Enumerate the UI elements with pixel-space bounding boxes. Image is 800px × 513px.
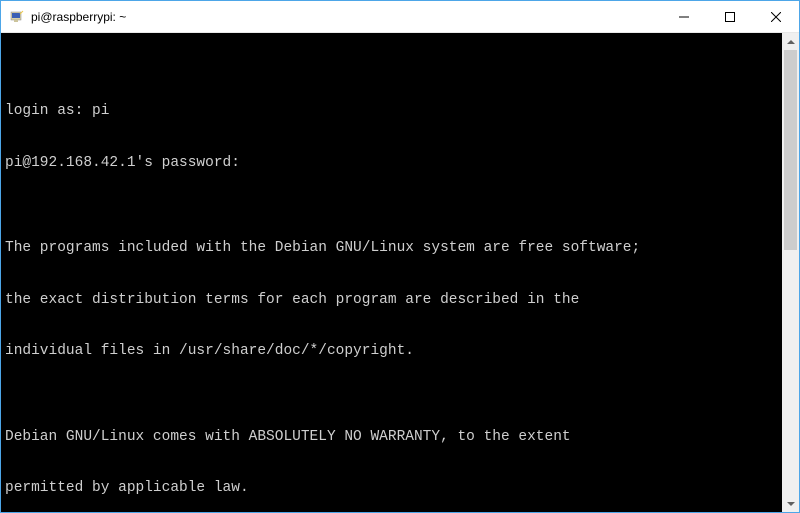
maximize-button[interactable] <box>707 1 753 32</box>
terminal-line: The programs included with the Debian GN… <box>5 240 775 257</box>
window-controls <box>661 1 799 32</box>
terminal-content: login as: pi pi@192.168.42.1's password:… <box>5 69 795 512</box>
close-button[interactable] <box>753 1 799 32</box>
window: pi@raspberrypi: ~ login as: pi pi@192.16… <box>0 0 800 513</box>
window-title: pi@raspberrypi: ~ <box>31 10 661 24</box>
terminal-line: pi@192.168.42.1's password: <box>5 155 775 172</box>
putty-icon <box>9 9 25 25</box>
scrollbar[interactable] <box>782 33 799 512</box>
terminal-line: individual files in /usr/share/doc/*/cop… <box>5 343 775 360</box>
scroll-up-button[interactable] <box>782 33 799 50</box>
scroll-track[interactable] <box>782 50 799 495</box>
terminal-line: Debian GNU/Linux comes with ABSOLUTELY N… <box>5 429 775 446</box>
minimize-button[interactable] <box>661 1 707 32</box>
terminal-line: login as: pi <box>5 103 775 120</box>
terminal-line: permitted by applicable law. <box>5 480 775 497</box>
scroll-down-button[interactable] <box>782 495 799 512</box>
titlebar[interactable]: pi@raspberrypi: ~ <box>1 1 799 33</box>
terminal[interactable]: login as: pi pi@192.168.42.1's password:… <box>1 33 799 512</box>
scroll-thumb[interactable] <box>784 50 797 250</box>
terminal-line: the exact distribution terms for each pr… <box>5 292 775 309</box>
